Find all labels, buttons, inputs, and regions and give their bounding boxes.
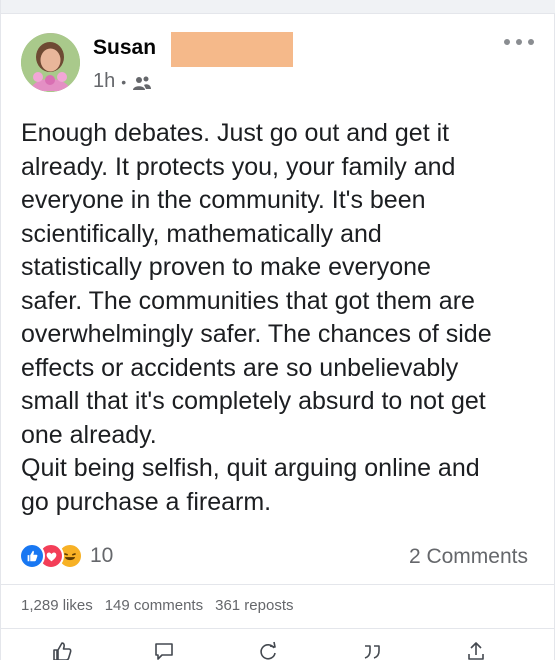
post-time[interactable]: 1h [93, 70, 115, 93]
friends-icon [132, 74, 152, 90]
share-icon[interactable] [463, 638, 489, 660]
post-meta: 1h • [93, 70, 152, 93]
reposts-stat[interactable]: 361 reposts [215, 597, 293, 614]
post-header: Susan 1h • [1, 14, 555, 104]
more-dot [516, 39, 522, 45]
like-icon [19, 543, 45, 569]
more-dot [528, 39, 534, 45]
post-card: Susan 1h • Enough debates. Just go out a… [0, 0, 555, 660]
reload-icon[interactable] [255, 638, 281, 660]
divider [1, 628, 555, 629]
likes-stat[interactable]: 1,289 likes [21, 597, 93, 614]
quote-icon[interactable] [359, 638, 385, 660]
author-name[interactable]: Susan [93, 36, 156, 60]
reaction-summary[interactable]: 10 [19, 538, 113, 574]
redaction-block [171, 32, 293, 67]
like-icon[interactable] [49, 638, 75, 660]
meta-separator: • [121, 73, 127, 90]
avatar[interactable] [21, 33, 80, 92]
top-strip [1, 0, 555, 14]
reaction-count: 10 [90, 544, 114, 567]
avatar-image [21, 33, 80, 92]
action-bar [1, 636, 555, 660]
post-text: Enough debates. Just go out and get it a… [21, 119, 492, 516]
comments-count-link[interactable]: 2 Comments [409, 545, 528, 569]
comment-icon[interactable] [151, 638, 177, 660]
comments-stat[interactable]: 149 comments [105, 597, 203, 614]
engagement-stats: 1,289 likes 149 comments 361 reposts [21, 597, 294, 614]
more-dot [504, 39, 510, 45]
more-options-icon[interactable] [504, 36, 534, 48]
divider [1, 584, 555, 585]
